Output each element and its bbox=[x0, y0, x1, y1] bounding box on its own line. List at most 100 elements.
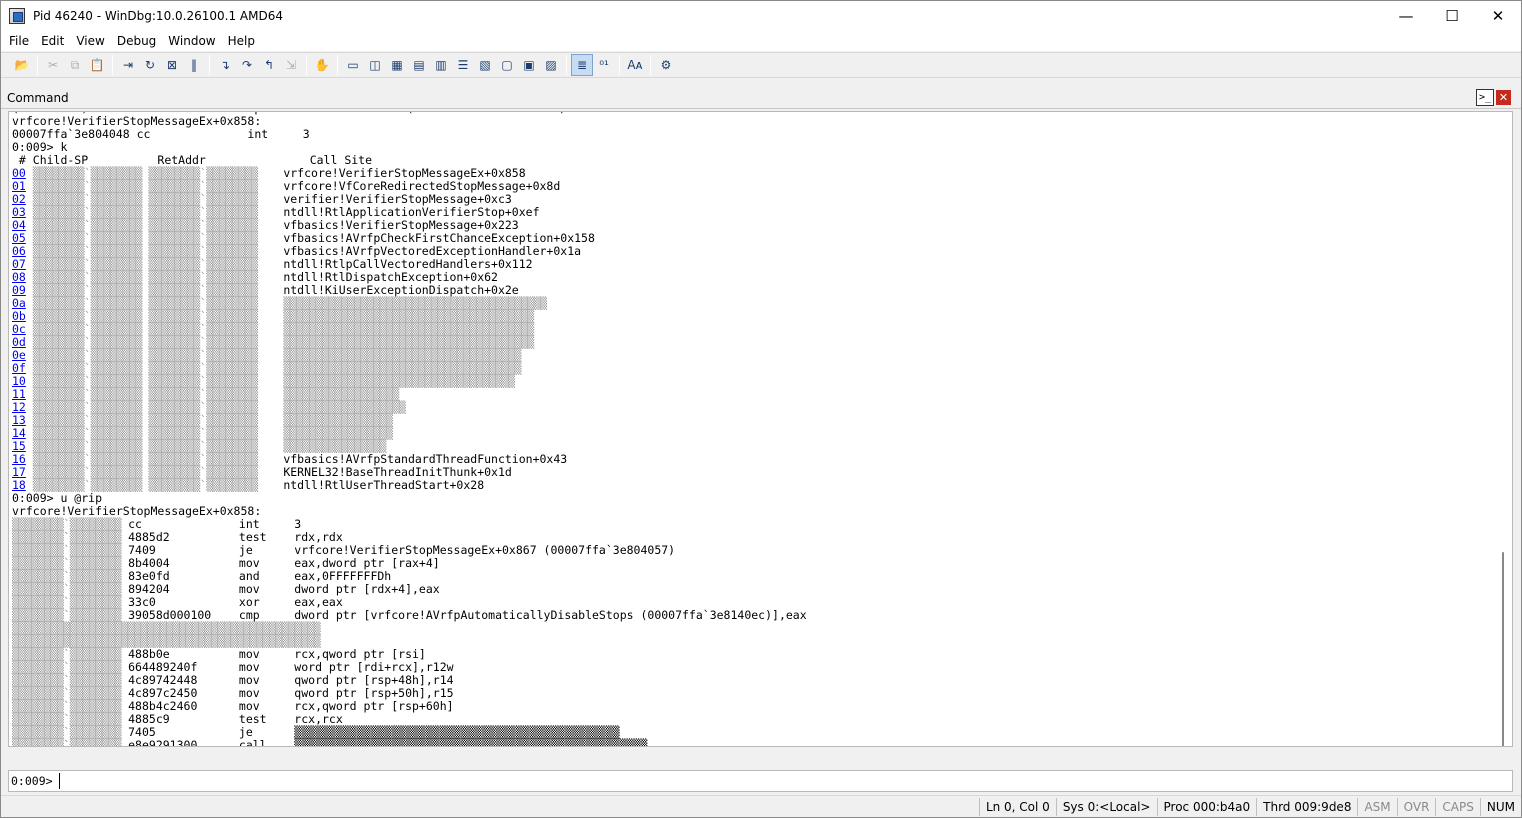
output-text-line: ▒▒▒▒▒▒▒▒▒▒▒▒▒▒▒▒▒▒▒▒▒▒▒▒▒▒▒▒▒▒▒▒▒▒▒▒▒▒▒▒… bbox=[12, 621, 321, 635]
frame-addresses: ▒▒▒▒▒▒▒▒`▒▒▒▒▒▒▒▒ ▒▒▒▒▒▒▒▒`▒▒▒▒▒▒▒▒ bbox=[32, 439, 284, 453]
open-button[interactable]: 📂 bbox=[11, 54, 33, 76]
callstack-window-icon: ☰ bbox=[457, 58, 469, 72]
break-icon: ‖ bbox=[191, 58, 197, 72]
watch-window-button[interactable]: ◫ bbox=[364, 54, 386, 76]
minimize-button[interactable]: — bbox=[1383, 1, 1429, 31]
output-text-line: ▒▒▒▒▒▒▒▒▒▒▒▒▒▒▒▒▒▒▒▒▒▒▒▒▒▒▒▒▒▒▒▒▒▒▒▒▒▒▒▒… bbox=[12, 634, 321, 648]
scrollbar-thumb[interactable] bbox=[1502, 552, 1504, 746]
call-site: ▒▒▒▒▒▒▒▒▒▒▒▒▒▒▒▒▒▒▒▒▒▒▒▒▒▒▒▒▒▒▒▒▒▒▒▒▒▒▒ bbox=[283, 309, 534, 323]
frame-link[interactable]: 15 bbox=[12, 439, 26, 453]
step-over-button[interactable]: ↷ bbox=[236, 54, 258, 76]
maximize-button[interactable]: ☐ bbox=[1429, 1, 1475, 31]
toolbar-separator bbox=[619, 55, 620, 75]
frame-link[interactable]: 07 bbox=[12, 257, 26, 271]
frame-link[interactable]: 0b bbox=[12, 309, 26, 323]
font-button[interactable]: Aᴀ bbox=[624, 54, 646, 76]
command-window-icon: ▭ bbox=[347, 58, 359, 72]
memory-window-button[interactable]: ▥ bbox=[430, 54, 452, 76]
call-site: ▒▒▒▒▒▒▒▒▒▒▒▒▒▒▒▒▒▒▒▒▒▒▒▒▒▒▒▒▒▒▒▒▒▒▒▒▒ bbox=[283, 348, 522, 362]
step-out-button[interactable]: ↰ bbox=[258, 54, 280, 76]
frame-link[interactable]: 09 bbox=[12, 283, 26, 297]
options-button[interactable]: ⚙ bbox=[655, 54, 677, 76]
source-mode-icon: ≣ bbox=[576, 58, 588, 72]
frame-link[interactable]: 10 bbox=[12, 374, 26, 388]
cut-button[interactable]: ✂ bbox=[42, 54, 64, 76]
frame-link[interactable]: 14 bbox=[12, 426, 26, 440]
frame-link[interactable]: 0f bbox=[12, 361, 26, 375]
menu-debug[interactable]: Debug bbox=[111, 34, 162, 48]
command-prompt-icon[interactable]: >_ bbox=[1476, 89, 1494, 106]
copy-icon: ⧉ bbox=[70, 58, 80, 72]
stop-debugging-button[interactable]: ⊠ bbox=[161, 54, 183, 76]
call-site: vfbasics!AVrfpCheckFirstChanceException+… bbox=[283, 231, 595, 245]
go-button[interactable]: ⇥ bbox=[117, 54, 139, 76]
hex-mode-button[interactable]: ⁰¹ bbox=[593, 54, 615, 76]
frame-link[interactable]: 11 bbox=[12, 387, 26, 401]
registers-window-button[interactable]: ▤ bbox=[408, 54, 430, 76]
frame-link[interactable]: 0e bbox=[12, 348, 26, 362]
command-output[interactable]: (b4a0.9de8): Break instruction exception… bbox=[8, 111, 1513, 747]
frame-link[interactable]: 0a bbox=[12, 296, 26, 310]
command-window-button[interactable]: ▭ bbox=[342, 54, 364, 76]
copy-button[interactable]: ⧉ bbox=[64, 54, 86, 76]
instruction-text: 488b0e mov rcx,qword ptr [rsi] bbox=[121, 647, 426, 661]
call-site: vfbasics!AVrfpStandardThreadFunction+0x4… bbox=[283, 452, 568, 466]
frame-link[interactable]: 04 bbox=[12, 218, 26, 232]
break-button[interactable]: ‖ bbox=[183, 54, 205, 76]
instruction-address: ▒▒▒▒▒▒▒▒`▒▒▒▒▒▒▒▒ bbox=[12, 647, 122, 661]
hand-button[interactable]: ✋ bbox=[311, 54, 333, 76]
restart-button[interactable]: ↻ bbox=[139, 54, 161, 76]
frame-addresses: ▒▒▒▒▒▒▒▒`▒▒▒▒▒▒▒▒ ▒▒▒▒▒▒▒▒`▒▒▒▒▒▒▒▒ bbox=[32, 452, 284, 466]
run-to-cursor-button[interactable]: ⇲ bbox=[280, 54, 302, 76]
step-into-button[interactable]: ↴ bbox=[214, 54, 236, 76]
status-proc: Proc 000:b4a0 bbox=[1156, 798, 1257, 816]
call-site: vrfcore!VfCoreRedirectedStopMessage+0x8d bbox=[283, 179, 561, 193]
frame-link[interactable]: 18 bbox=[12, 478, 26, 492]
locals-window-button[interactable]: ▦ bbox=[386, 54, 408, 76]
frame-link[interactable]: 00 bbox=[12, 166, 26, 180]
frame-link[interactable]: 17 bbox=[12, 465, 26, 479]
open-icon: 📂 bbox=[14, 58, 30, 72]
scratch-pad-button[interactable]: ▢ bbox=[496, 54, 518, 76]
instruction-text: 7405 je ▒▒▒▒▒▒▒▒▒▒▒▒▒▒▒▒▒▒▒▒▒▒▒▒▒▒▒▒▒▒▒▒… bbox=[121, 725, 620, 739]
frame-link[interactable]: 03 bbox=[12, 205, 26, 219]
status-ovr: OVR bbox=[1396, 798, 1436, 816]
frame-link[interactable]: 0d bbox=[12, 335, 26, 349]
call-site: verifier!VerifierStopMessage+0xc3 bbox=[283, 192, 512, 206]
instruction-text: 8b4004 mov eax,dword ptr [rax+4] bbox=[121, 556, 440, 570]
frame-link[interactable]: 01 bbox=[12, 179, 26, 193]
instruction-address: ▒▒▒▒▒▒▒▒`▒▒▒▒▒▒▒▒ bbox=[12, 738, 122, 747]
menu-help[interactable]: Help bbox=[222, 34, 261, 48]
menu-window[interactable]: Window bbox=[162, 34, 221, 48]
menu-file[interactable]: File bbox=[3, 34, 35, 48]
status-asm: ASM bbox=[1357, 798, 1396, 816]
scratch-pad-icon: ▢ bbox=[501, 58, 513, 72]
instruction-address: ▒▒▒▒▒▒▒▒`▒▒▒▒▒▒▒▒ bbox=[12, 530, 122, 544]
output-scrollbar[interactable] bbox=[1498, 112, 1508, 746]
frame-link[interactable]: 02 bbox=[12, 192, 26, 206]
disassembly-window-button[interactable]: ▧ bbox=[474, 54, 496, 76]
frame-link[interactable]: 0c bbox=[12, 322, 26, 336]
close-icon[interactable]: ✕ bbox=[1496, 90, 1511, 105]
command-browser-button[interactable]: ▨ bbox=[540, 54, 562, 76]
menu-view[interactable]: View bbox=[70, 34, 110, 48]
frame-link[interactable]: 08 bbox=[12, 270, 26, 284]
close-window-button[interactable]: ✕ bbox=[1475, 1, 1521, 31]
status-position: Ln 0, Col 0 bbox=[978, 798, 1056, 816]
processes-threads-button[interactable]: ▣ bbox=[518, 54, 540, 76]
frame-addresses: ▒▒▒▒▒▒▒▒`▒▒▒▒▒▒▒▒ ▒▒▒▒▒▒▒▒`▒▒▒▒▒▒▒▒ bbox=[32, 335, 284, 349]
frame-link[interactable]: 13 bbox=[12, 413, 26, 427]
callstack-window-button[interactable]: ☰ bbox=[452, 54, 474, 76]
frame-link[interactable]: 12 bbox=[12, 400, 26, 414]
paste-button[interactable]: 📋 bbox=[86, 54, 108, 76]
source-mode-button[interactable]: ≣ bbox=[571, 54, 593, 76]
menu-edit[interactable]: Edit bbox=[35, 34, 70, 48]
frame-link[interactable]: 05 bbox=[12, 231, 26, 245]
frame-link[interactable]: 16 bbox=[12, 452, 26, 466]
call-site: vfbasics!VerifierStopMessage+0x223 bbox=[283, 218, 519, 232]
command-input[interactable] bbox=[58, 773, 1459, 789]
frame-link[interactable]: 06 bbox=[12, 244, 26, 258]
frame-addresses: ▒▒▒▒▒▒▒▒`▒▒▒▒▒▒▒▒ ▒▒▒▒▒▒▒▒`▒▒▒▒▒▒▒▒ bbox=[32, 361, 284, 375]
call-site: ntdll!RtlDispatchException+0x62 bbox=[283, 270, 498, 284]
toolbar-separator bbox=[306, 55, 307, 75]
